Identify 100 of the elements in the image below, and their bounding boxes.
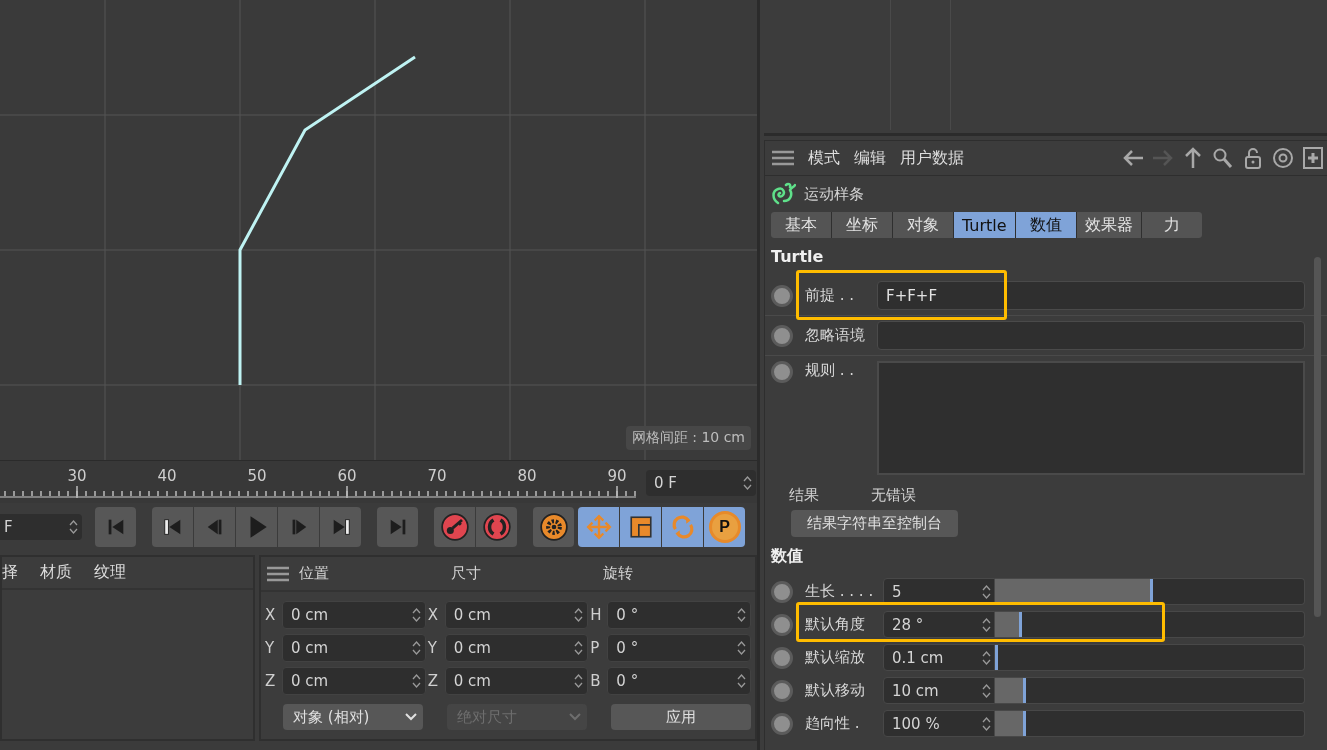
coordinate-field[interactable]: 0 cm	[444, 667, 589, 695]
tab[interactable]: 对象	[893, 212, 953, 238]
section-title: 数值	[770, 545, 804, 567]
ruler-label: 90	[607, 467, 627, 485]
autokey-button[interactable]	[476, 507, 517, 547]
scale-square-icon	[627, 514, 654, 540]
tab[interactable]: 力	[1141, 212, 1202, 238]
scrollbar[interactable]	[1314, 257, 1321, 617]
coordinate-field[interactable]: 0 cm	[282, 667, 426, 695]
param-key-button[interactable]: P	[704, 507, 745, 547]
spinner-arrows-icon[interactable]	[737, 640, 746, 656]
target-icon[interactable]	[1271, 146, 1295, 170]
spline-object-icon	[770, 181, 796, 207]
ruler-label: 40	[157, 467, 177, 485]
menu-item[interactable]: 纹理	[94, 562, 126, 583]
axis-label: X	[265, 606, 277, 624]
slider-fill[interactable]	[995, 579, 1153, 604]
animate-radio[interactable]	[771, 361, 793, 383]
coordinate-field[interactable]: 0 °	[607, 634, 751, 662]
spinner-arrows-icon[interactable]	[574, 673, 584, 689]
slider-fill[interactable]	[995, 678, 1026, 703]
apply-button[interactable]: 应用	[611, 704, 751, 730]
dropdown[interactable]: 对象 (相对)	[283, 704, 423, 730]
chevron-down-icon	[569, 713, 581, 721]
animate-radio[interactable]	[771, 324, 793, 347]
autokey-icon	[482, 513, 511, 541]
coordinate-field[interactable]: 0 cm	[444, 634, 589, 662]
current-frame-field[interactable]: 0 F	[646, 470, 756, 496]
go-to-end-button[interactable]	[377, 507, 418, 547]
grid-spacing-label: 网格间距 : 10 cm	[625, 426, 751, 450]
ruler-label: 60	[337, 467, 357, 485]
value-field[interactable]: 10 cm	[883, 677, 995, 704]
animate-radio[interactable]	[771, 712, 793, 735]
animate-radio[interactable]	[771, 284, 793, 307]
scale-square-button[interactable]	[620, 507, 661, 547]
object-name: 运动样条	[804, 184, 864, 204]
menu-item[interactable]: 模式	[808, 147, 840, 169]
spinner-arrows-icon[interactable]	[411, 607, 421, 623]
slider-fill[interactable]	[995, 711, 1026, 736]
text-field[interactable]	[877, 321, 1305, 350]
spinner-arrows-icon[interactable]	[411, 640, 421, 656]
ruler-label: 50	[247, 467, 267, 485]
animate-radio[interactable]	[771, 613, 793, 636]
coordinate-field[interactable]: 0 cm	[444, 601, 589, 629]
spinner-arrows-icon[interactable]	[743, 475, 752, 491]
value-field[interactable]: 28 °	[883, 611, 995, 638]
value-field[interactable]: 100 %	[883, 710, 995, 737]
menu-icon[interactable]	[267, 565, 289, 582]
column-title: 尺寸	[451, 564, 482, 583]
spinner-arrows-icon[interactable]	[737, 673, 746, 689]
parameter-label: 默认缩放	[805, 648, 866, 667]
ruler-label: 70	[427, 467, 447, 485]
slider-fill[interactable]	[995, 612, 1023, 637]
column-title: 位置	[299, 564, 330, 583]
spinner-arrows-icon[interactable]	[982, 682, 991, 699]
gear-button[interactable]	[533, 507, 574, 547]
parameter-label: 默认角度	[805, 615, 866, 634]
plus-box-icon[interactable]	[1301, 146, 1325, 170]
parameter-label: 生长 . . . .	[805, 582, 875, 601]
text-field[interactable]: F+F+F	[877, 281, 1305, 310]
menu-item[interactable]: 择	[2, 562, 18, 583]
previous-key-button[interactable]	[152, 507, 193, 547]
menu-item[interactable]: 材质	[40, 562, 72, 583]
coordinate-field[interactable]: 0 °	[607, 667, 751, 695]
slider-fill[interactable]	[995, 645, 998, 670]
menu-item[interactable]: 用户数据	[900, 147, 964, 169]
coordinate-field[interactable]: 0 cm	[282, 601, 426, 629]
axis-label: Z	[265, 672, 277, 690]
spinner-arrows-icon[interactable]	[69, 519, 78, 535]
tab[interactable]: 数值	[1015, 212, 1076, 238]
tab[interactable]: 坐标	[832, 212, 892, 238]
frame-field[interactable]: F	[0, 514, 82, 540]
spinner-arrows-icon[interactable]	[411, 673, 421, 689]
next-key-button[interactable]	[320, 507, 361, 547]
menu-icon[interactable]	[772, 150, 794, 166]
spinner-arrows-icon[interactable]	[982, 649, 991, 666]
spinner-arrows-icon[interactable]	[982, 583, 991, 600]
axis-label: Z	[427, 672, 439, 690]
go-to-start-button[interactable]	[95, 507, 136, 547]
spinner-arrows-icon[interactable]	[982, 616, 991, 633]
spinner-arrows-icon[interactable]	[737, 607, 746, 623]
value-field[interactable]: 0.1 cm	[883, 644, 995, 671]
record-key-button[interactable]	[434, 507, 475, 547]
tab[interactable]: 效果器	[1076, 212, 1141, 238]
console-button[interactable]: 结果字符串至控制台	[791, 510, 958, 537]
menu-item[interactable]: 编辑	[854, 147, 886, 169]
animate-radio[interactable]	[771, 646, 793, 669]
spinner-arrows-icon[interactable]	[982, 715, 991, 732]
chevron-down-icon	[405, 713, 417, 721]
spinner-arrows-icon[interactable]	[574, 640, 584, 656]
result-label: 结果	[789, 486, 819, 505]
tab[interactable]: 基本	[771, 212, 831, 238]
coordinate-field[interactable]: 0 °	[607, 601, 751, 629]
animate-radio[interactable]	[771, 580, 793, 603]
search-icon[interactable]	[1211, 146, 1235, 170]
play-button[interactable]	[236, 507, 277, 547]
coordinate-field[interactable]: 0 cm	[282, 634, 426, 662]
animate-radio[interactable]	[771, 679, 793, 702]
tab[interactable]: Turtle	[954, 212, 1015, 238]
spinner-arrows-icon[interactable]	[574, 607, 584, 623]
